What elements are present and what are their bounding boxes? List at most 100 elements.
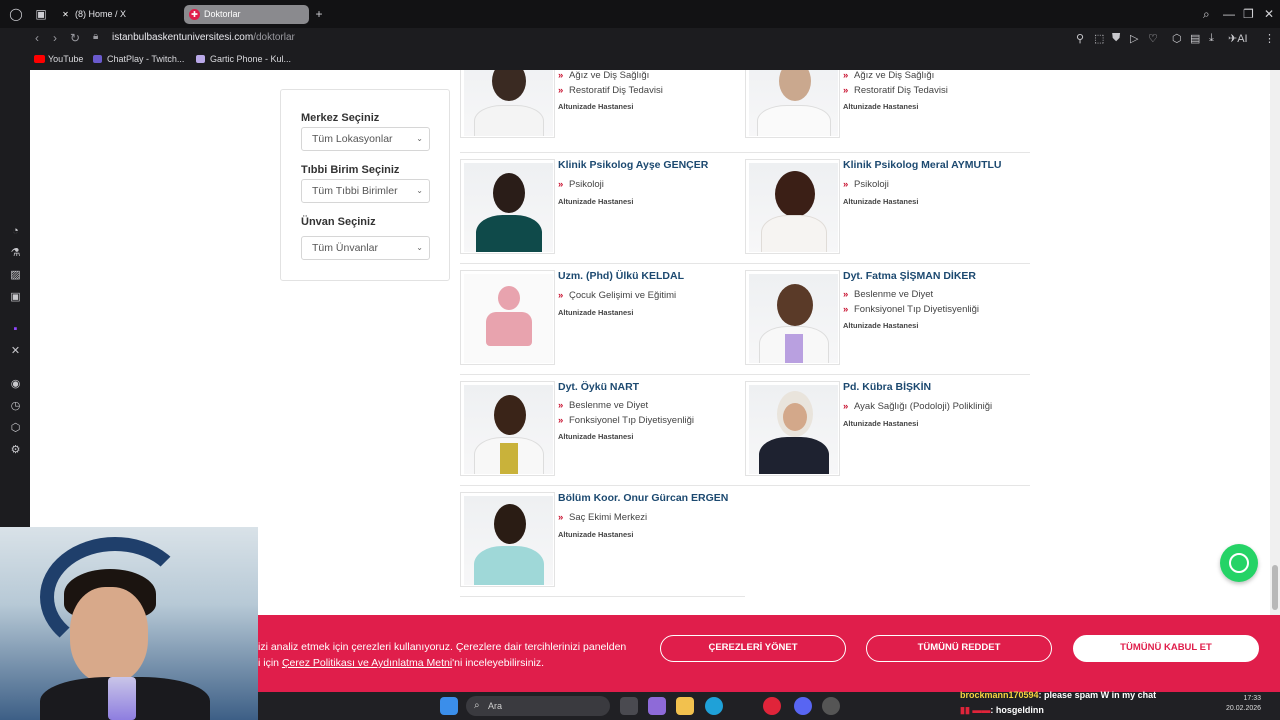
doctor-name[interactable]: Dyt. Öykü NART — [558, 381, 639, 393]
clock-time: 17:33 — [1243, 695, 1262, 702]
doctor-photo[interactable] — [745, 70, 840, 138]
doctor-card[interactable]: Uzm. (Phd) Ülkü KELDAL » Çocuk Gelişimi v… — [460, 270, 745, 381]
menu-icon[interactable]: ⋮ — [1264, 32, 1275, 45]
new-tab-icon[interactable]: + — [312, 7, 326, 21]
youtube-icon — [34, 55, 45, 63]
doctor-card[interactable]: Pd. Kübra BİŞKİN » Ayak Sağlığı (Podoloji… — [745, 381, 1030, 492]
unit-select[interactable]: Tüm Tıbbi Birimler ⌄ — [301, 179, 430, 203]
maximize-icon[interactable]: ❐ — [1243, 7, 1254, 21]
page-scrollbar[interactable] — [1270, 70, 1280, 615]
doctor-photo[interactable] — [460, 270, 555, 365]
forward-icon[interactable]: › — [53, 31, 57, 45]
notes-icon[interactable]: ▨ — [9, 269, 22, 282]
filter-panel: Merkez Seçiniz Tüm Lokasyonlar ⌄ Tıbbi B… — [280, 89, 450, 281]
doctor-photo[interactable] — [745, 381, 840, 476]
settings-icon[interactable]: ⚙ — [9, 444, 22, 457]
doctor-card[interactable]: » Ağız ve Diş Sağlığı » Restoratif Diş Ted… — [745, 70, 1030, 154]
doctor-card[interactable]: Klinik Psikolog Ayşe GENÇER » Psikoloji A… — [460, 159, 745, 270]
tab-twitter-home[interactable]: ✕ (8) Home / X — [55, 5, 180, 24]
messenger-icon[interactable]: ▣ — [9, 291, 22, 304]
discord-icon[interactable] — [794, 697, 812, 715]
shield-icon[interactable]: ⛊ — [1112, 32, 1120, 45]
reload-icon[interactable]: ↻ — [70, 31, 80, 45]
reject-all-button[interactable]: TÜMÜNÜ REDDET — [866, 635, 1052, 662]
doctor-department: » Fonksiyonel Tıp Diyetisyenliği — [558, 415, 694, 426]
opera-icon[interactable] — [763, 697, 781, 715]
doctor-name[interactable]: Uzm. (Phd) Ülkü KELDAL — [558, 270, 684, 282]
bookmark-gartic-phone[interactable]: Gartic Phone - Kul... — [196, 54, 291, 64]
doctor-department: » Beslenme ve Diyet — [558, 400, 649, 411]
play-icon[interactable]: ▷ — [1130, 32, 1138, 45]
edge-icon[interactable] — [705, 697, 723, 715]
minimize-icon[interactable]: — — [1223, 7, 1235, 21]
scrollbar-thumb[interactable] — [1272, 565, 1278, 610]
extensions-sidebar-icon[interactable]: ⬡ — [9, 422, 22, 435]
url-host: istanbulbaskentuniversitesi.com — [112, 32, 254, 43]
chevron-down-icon: ⌄ — [416, 134, 423, 143]
cookie-policy-link[interactable]: Çerez Politikası ve Aydınlatma Metni — [282, 657, 452, 669]
aria-ai-button[interactable]: ✈AI — [1228, 32, 1248, 45]
chevron-right-icon: » — [558, 70, 564, 81]
doctor-photo[interactable] — [745, 270, 840, 365]
row-divider — [460, 596, 745, 597]
doctor-photo[interactable] — [460, 70, 555, 138]
doctor-department: » Saç Ekimi Merkezi — [558, 512, 648, 523]
doctor-name[interactable]: Dyt. Fatma ŞİŞMAN DİKER — [843, 270, 976, 282]
webcam-overlay — [0, 527, 258, 720]
tab-overview-icon[interactable]: ▣ — [34, 7, 48, 21]
doctor-name[interactable]: Klinik Psikolog Meral AYMUTLU — [843, 159, 1002, 171]
file-explorer-icon[interactable] — [676, 697, 694, 715]
chevron-right-icon: » — [558, 512, 564, 523]
search-icon[interactable]: ⌕ — [1203, 7, 1210, 22]
wallet-icon[interactable]: ▤ — [1190, 32, 1200, 45]
flask-icon[interactable]: ⚗ — [9, 247, 22, 260]
download-icon[interactable]: ⤓ — [1209, 32, 1214, 45]
task-view-icon[interactable] — [620, 697, 638, 715]
doctor-name[interactable]: Klinik Psikolog Ayşe GENÇER — [558, 159, 708, 171]
bookmark-label: ChatPlay - Twitch... — [107, 54, 185, 64]
doctor-card[interactable]: Bölüm Koor. Onur Gürcan ERGEN » Saç Ekimi… — [460, 492, 745, 603]
doctor-card[interactable]: Dyt. Fatma ŞİŞMAN DİKER » Beslenme ve Diy… — [745, 270, 1030, 381]
doctor-photo[interactable] — [460, 492, 555, 587]
center-select[interactable]: Tüm Lokasyonlar ⌄ — [301, 127, 430, 151]
url-field[interactable]: istanbulbaskentuniversitesi.com/doktorla… — [112, 32, 295, 43]
whatsapp-chat-icon[interactable] — [1220, 544, 1258, 582]
close-icon[interactable]: ✕ — [1264, 7, 1274, 21]
copilot-icon[interactable] — [648, 697, 666, 715]
accept-all-button[interactable]: TÜMÜNÜ KABUL ET — [1073, 635, 1259, 662]
doctor-photo[interactable] — [745, 159, 840, 254]
doctor-photo[interactable] — [460, 381, 555, 476]
taskbar-search[interactable]: ⌕ Ara — [466, 696, 610, 716]
doctor-name[interactable]: Bölüm Koor. Onur Gürcan ERGEN — [558, 492, 728, 504]
doctor-card[interactable]: » Ağız ve Diş Sağlığı » Restoratif Diş Ted… — [460, 70, 745, 154]
back-icon[interactable]: ‹ — [35, 31, 39, 45]
history-icon[interactable]: ◷ — [9, 400, 22, 413]
system-clock[interactable]: 17:33 20.02.2026 — [1226, 694, 1261, 714]
speed-dial-icon[interactable]: ◔ — [9, 225, 22, 238]
doctor-name[interactable]: Pd. Kübra BİŞKİN — [843, 381, 931, 393]
bookmark-chatplay[interactable]: ChatPlay - Twitch... — [93, 54, 184, 64]
gartic-phone-icon — [196, 55, 205, 63]
obs-icon[interactable] — [822, 697, 840, 715]
x-icon[interactable]: ✕ — [9, 345, 22, 358]
doctor-card[interactable]: Klinik Psikolog Meral AYMUTLU » Psikoloji… — [745, 159, 1030, 270]
player-icon[interactable]: ◉ — [9, 378, 22, 391]
heart-icon[interactable]: ♡ — [1148, 32, 1158, 45]
windows-start-icon[interactable] — [440, 697, 458, 715]
doctor-photo[interactable] — [460, 159, 555, 254]
snapshot-icon[interactable]: ⬚ — [1094, 32, 1104, 45]
chevron-right-icon: » — [843, 70, 849, 81]
title-select[interactable]: Tüm Ünvanlar ⌄ — [301, 236, 430, 260]
extensions-icon[interactable]: ⬡ — [1172, 32, 1182, 45]
cookie-banner: izi analiz etmek için çerezleri kullanıy… — [258, 615, 1280, 692]
opera-logo-icon[interactable]: ◯ — [9, 7, 23, 21]
twitch-icon[interactable]: ▪ — [9, 323, 22, 336]
doctor-card[interactable]: Dyt. Öykü NART » Beslenme ve Diyet » Fonks… — [460, 381, 745, 492]
tab-doktorlar[interactable]: ✚ Doktorlar — [184, 5, 309, 24]
manage-cookies-button[interactable]: ÇEREZLERİ YÖNET — [660, 635, 846, 662]
lock-icon[interactable]: 🔒︎ — [93, 31, 98, 42]
bookmark-youtube[interactable]: YouTube — [34, 54, 83, 64]
bookmark-label: Gartic Phone - Kul... — [210, 54, 292, 64]
doctor-department: » Beslenme ve Diyet — [843, 289, 934, 300]
pin-icon[interactable]: ⚲ — [1076, 32, 1084, 45]
